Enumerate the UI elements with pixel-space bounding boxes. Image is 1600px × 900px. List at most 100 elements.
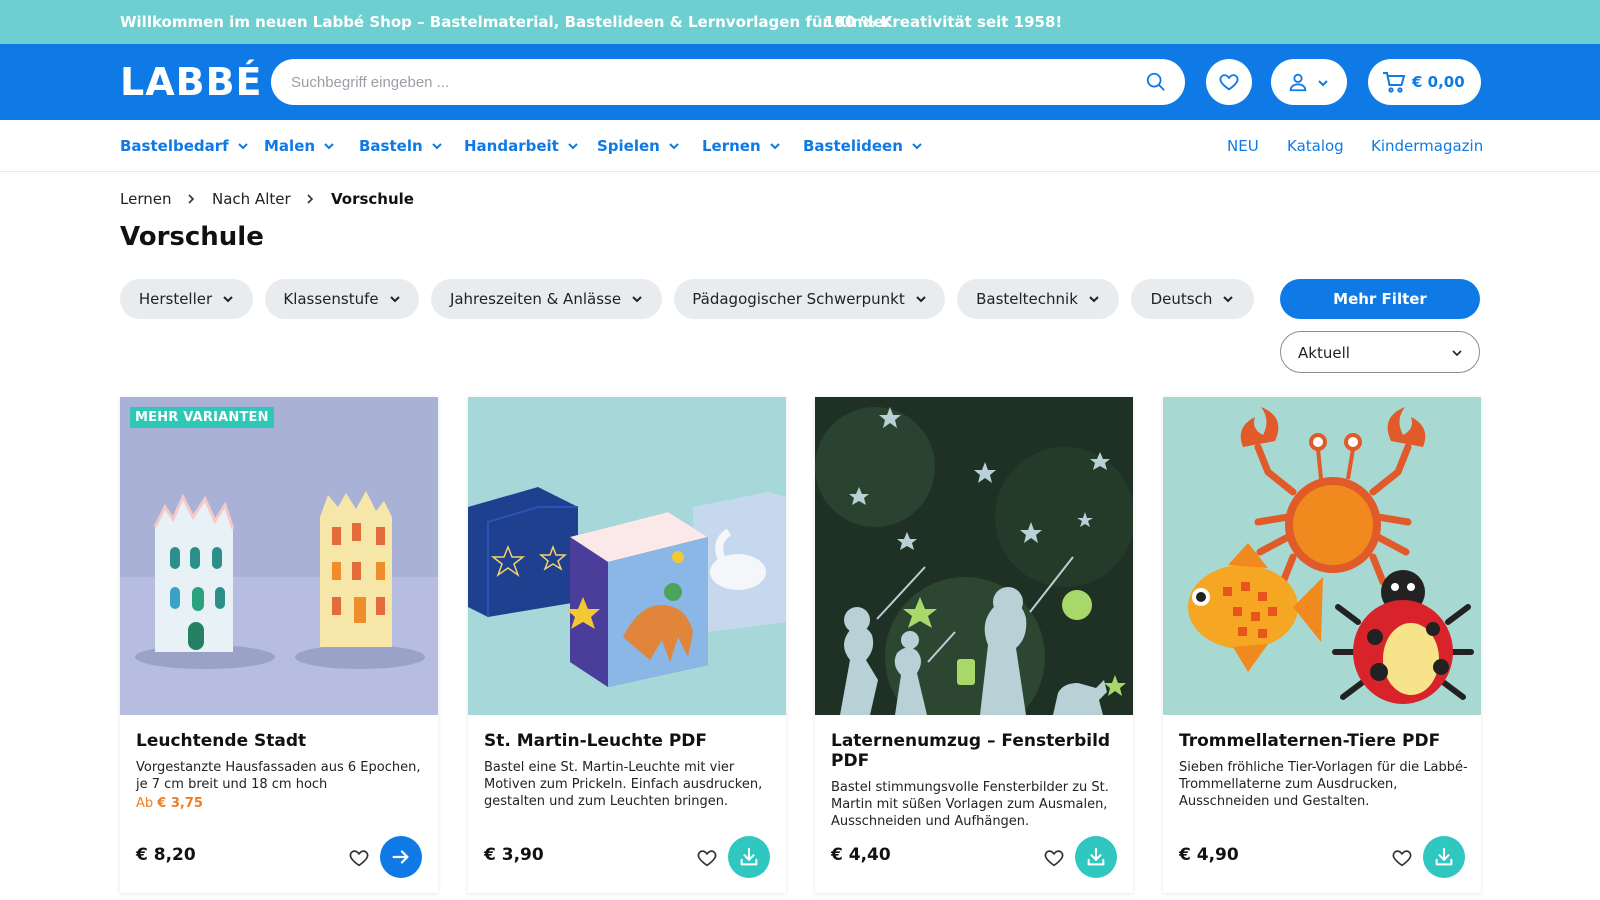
chevron-down-icon: [916, 296, 926, 303]
filter-label: Pädagogischer Schwerpunkt: [692, 290, 905, 308]
more-filters-button[interactable]: Mehr Filter: [1280, 279, 1480, 319]
chevron-down-icon: [431, 143, 442, 150]
cart-button[interactable]: € 0,00: [1368, 59, 1481, 105]
filter-label: Basteltechnik: [976, 290, 1078, 308]
search-input[interactable]: [291, 59, 1111, 105]
promo-welcome-text: Willkommen im neuen Labbé Shop – Bastelm…: [120, 13, 891, 31]
chevron-down-icon: [1452, 350, 1462, 357]
nav-item-bastelideen[interactable]: Bastelideen: [803, 137, 923, 155]
product-card[interactable]: MEHR VARIANTEN Leuchtende Stadt Vorgesta…: [120, 397, 438, 893]
labbe-logo[interactable]: LABBÉ: [120, 60, 263, 104]
chevron-down-icon: [237, 143, 248, 150]
product-price: € 4,90: [1179, 845, 1239, 865]
user-icon: [1289, 73, 1307, 92]
filter-label: Hersteller: [138, 290, 213, 308]
breadcrumb-current: Vorschule: [331, 190, 414, 208]
category-nav: Bastelbedarf Malen Basteln Handarbeit Sp…: [0, 120, 1600, 172]
heart-icon: [1219, 74, 1239, 91]
heart-icon[interactable]: [696, 847, 718, 869]
filter-label: Klassenstufe: [283, 290, 379, 308]
product-name[interactable]: Trommellaternen-Tiere PDF: [1179, 731, 1469, 751]
product-photo-leuchtende-stadt: [120, 397, 438, 715]
chevron-down-icon: [912, 143, 922, 150]
product-price: € 4,40: [831, 845, 891, 865]
download-icon: [740, 847, 758, 866]
arrow-right-icon: [392, 850, 409, 864]
product-description: Sieben fröhliche Tier-Vorlagen für die L…: [1179, 760, 1468, 809]
filter-deutsch[interactable]: Deutsch: [1131, 279, 1254, 319]
filter-label: Deutsch: [1150, 290, 1213, 308]
sort-selected-value: Aktuell: [1298, 344, 1350, 362]
breadcrumb-item-nach-alter[interactable]: Nach Alter: [212, 190, 291, 208]
sort-select[interactable]: Aktuell: [1280, 331, 1480, 373]
cart-total: € 0,00: [1412, 73, 1465, 91]
nav-link-neu[interactable]: NEU: [1227, 137, 1259, 155]
chevron-down-icon: [568, 143, 578, 150]
account-button[interactable]: [1271, 59, 1347, 105]
product-card[interactable]: St. Martin-Leuchte PDF Bastel eine St. M…: [468, 397, 786, 893]
product-from-price: Ab € 3,75: [136, 796, 203, 811]
nav-item-label: Malen: [264, 137, 316, 155]
filter-label: Jahreszeiten & Anlässe: [449, 290, 622, 308]
product-photo-laternenumzug: [815, 397, 1133, 715]
page-title: Vorschule: [120, 222, 264, 252]
chevron-down-icon: [769, 143, 780, 150]
filter-basteltechnik[interactable]: Basteltechnik: [957, 279, 1119, 319]
product-card[interactable]: Trommellaternen-Tiere PDF Sieben fröhlic…: [1163, 397, 1481, 893]
filter-paedagogischer-schwerpunkt[interactable]: Pädagogischer Schwerpunkt: [674, 279, 945, 319]
nav-item-label: Bastelideen: [803, 137, 903, 155]
view-product-button[interactable]: [380, 836, 422, 878]
chevron-down-icon: [223, 296, 233, 303]
product-image[interactable]: [1163, 397, 1481, 715]
nav-link-kindermagazin[interactable]: Kindermagazin: [1371, 137, 1483, 155]
download-button[interactable]: [1075, 836, 1117, 878]
product-description: Bastel eine St. Martin-Leuchte mit vier …: [484, 760, 763, 809]
product-card[interactable]: Laternenumzug – Fensterbild PDF Bastel s…: [815, 397, 1133, 893]
nav-item-label: Handarbeit: [464, 137, 559, 155]
nav-link-katalog[interactable]: Katalog: [1287, 137, 1344, 155]
product-description: Bastel stimmungsvolle Fensterbilder zu S…: [831, 780, 1109, 829]
variants-badge: MEHR VARIANTEN: [130, 407, 274, 428]
chevron-right-icon: [307, 194, 314, 204]
site-header: LABBÉ € 0,00: [0, 44, 1600, 120]
filter-klassenstufe[interactable]: Klassenstufe: [265, 279, 419, 319]
download-button[interactable]: [1423, 836, 1465, 878]
nav-item-bastelbedarf[interactable]: Bastelbedarf: [120, 137, 249, 155]
from-price-value: € 3,75: [157, 796, 203, 811]
nav-item-label: Lernen: [702, 137, 761, 155]
product-name[interactable]: Laternenumzug – Fensterbild PDF: [831, 731, 1121, 771]
heart-icon[interactable]: [1043, 847, 1065, 869]
from-label: Ab: [136, 796, 154, 811]
download-icon: [1435, 847, 1453, 866]
filter-hersteller[interactable]: Hersteller: [120, 279, 253, 319]
search-bar: [271, 59, 1185, 105]
nav-item-malen[interactable]: Malen: [264, 137, 335, 155]
promo-bar: Willkommen im neuen Labbé Shop – Bastelm…: [0, 0, 1600, 44]
nav-item-label: Bastelbedarf: [120, 137, 229, 155]
promo-slogan-text: 100 % Kreativität seit 1958!: [824, 13, 1063, 31]
heart-icon[interactable]: [1391, 847, 1413, 869]
download-button[interactable]: [728, 836, 770, 878]
chevron-down-icon: [632, 296, 642, 303]
filter-jahreszeiten-anlaesse[interactable]: Jahreszeiten & Anlässe: [431, 279, 662, 319]
wishlist-button[interactable]: [1206, 59, 1252, 105]
nav-item-lernen[interactable]: Lernen: [702, 137, 781, 155]
product-description: Vorgestanzte Hausfassaden aus 6 Epochen,…: [136, 760, 421, 792]
product-name[interactable]: St. Martin-Leuchte PDF: [484, 731, 774, 751]
product-image[interactable]: [468, 397, 786, 715]
nav-item-label: Basteln: [359, 137, 423, 155]
nav-item-handarbeit[interactable]: Handarbeit: [464, 137, 579, 155]
search-icon[interactable]: [1145, 71, 1167, 93]
product-price: € 3,90: [484, 845, 544, 865]
chevron-down-icon: [1223, 296, 1234, 303]
heart-icon[interactable]: [348, 847, 370, 869]
product-photo-trommellaternen-tiere: [1163, 397, 1481, 715]
breadcrumb-item-lernen[interactable]: Lernen: [120, 190, 171, 208]
chevron-down-icon: [389, 296, 400, 303]
product-image[interactable]: [815, 397, 1133, 715]
product-image[interactable]: MEHR VARIANTEN: [120, 397, 438, 715]
product-name[interactable]: Leuchtende Stadt: [136, 731, 426, 751]
nav-item-spielen[interactable]: Spielen: [597, 137, 680, 155]
chevron-right-icon: [188, 194, 195, 204]
nav-item-basteln[interactable]: Basteln: [359, 137, 443, 155]
